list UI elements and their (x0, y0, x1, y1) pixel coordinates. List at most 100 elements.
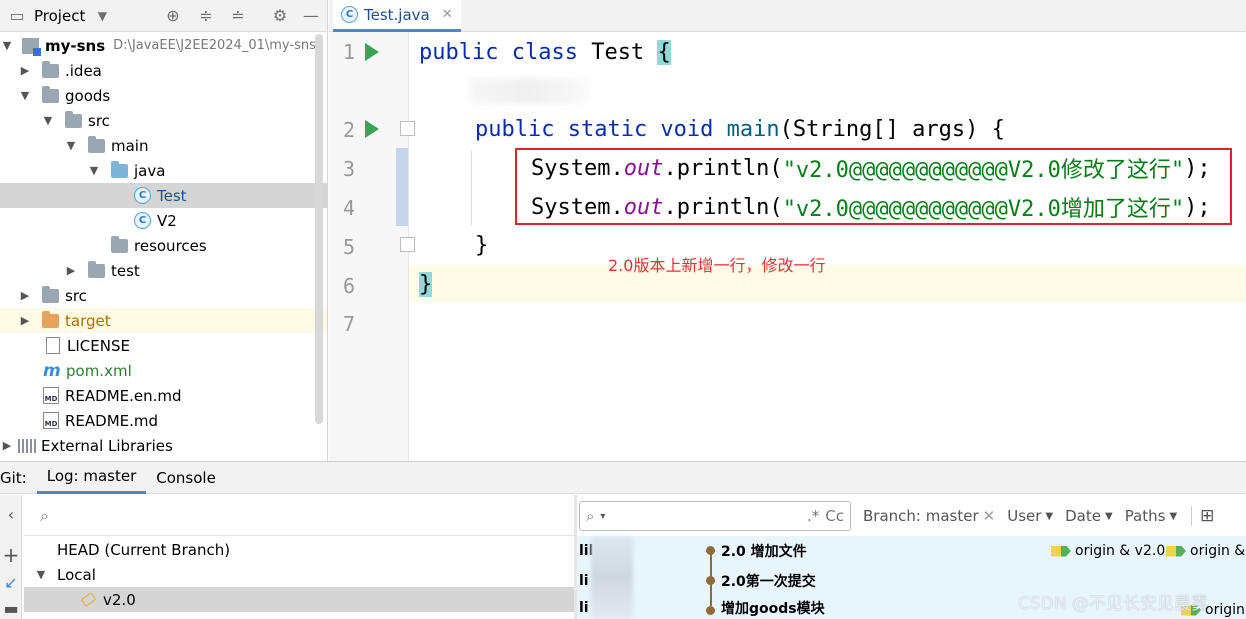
commit-node (706, 576, 715, 585)
tree-item-label: main (111, 136, 149, 155)
gear-icon[interactable]: ⚙ (269, 5, 291, 27)
clear-icon[interactable]: ✕ (983, 507, 996, 525)
match-case-toggle[interactable]: Cc (825, 507, 844, 525)
chevron-down-icon: ▼ (1045, 510, 1054, 522)
tree-item-label: pom.xml (66, 361, 132, 380)
run-icon[interactable] (365, 120, 379, 138)
redacted-area (469, 78, 589, 104)
tree-item-v2-class[interactable]: C V2 (0, 208, 327, 233)
log-search-input[interactable]: ⌕ ▾ .* Cc (579, 501, 851, 531)
chevron-down-icon[interactable]: ▼ (64, 139, 78, 152)
commit-graph-line (710, 596, 712, 606)
chevron-down-icon: ▼ (1169, 510, 1178, 522)
chevron-down-icon[interactable]: ▼ (34, 568, 48, 581)
library-icon (18, 438, 36, 453)
add-icon[interactable]: + (0, 543, 22, 567)
tree-item-test-class[interactable]: C Test (0, 183, 327, 208)
java-class-icon: C (341, 6, 358, 23)
chevron-down-icon[interactable]: ▼ (18, 89, 32, 102)
git-window-title: Git: (0, 468, 27, 487)
branch-head[interactable]: HEAD (Current Branch) (24, 537, 574, 562)
code-line-5: } (475, 227, 488, 263)
project-view-selector[interactable]: ▭ Project ▼ (6, 5, 113, 27)
ref-tag-icon (1166, 545, 1186, 557)
paths-filter[interactable]: Paths ▼ (1125, 507, 1177, 525)
branch-label: v2.0 (103, 590, 136, 609)
close-icon[interactable]: ✕ (442, 7, 453, 22)
ref-text: origin & (1190, 543, 1246, 559)
java-class-icon: C (134, 187, 151, 204)
markdown-file-icon: MD (43, 412, 59, 429)
branch-group-label: Local (57, 565, 96, 584)
project-scrollbar[interactable] (315, 34, 323, 424)
chevron-right-icon[interactable]: ▶ (0, 439, 14, 452)
module-icon (22, 37, 41, 56)
highlight-box (515, 148, 1232, 225)
watermark: CSDN @不见长安见晨雾 (1018, 594, 1208, 614)
tree-item-readme[interactable]: MD README.md (0, 408, 327, 433)
tree-item-target[interactable]: ▶ target (0, 308, 327, 333)
ref-text: origin (1205, 602, 1245, 618)
project-tool-window: ▭ Project ▼ ⊕ ≑ ≐ ⚙ — ▼ my-sns D:\JavaEE… (0, 0, 328, 461)
collapse-all-icon[interactable]: ≐ (227, 5, 249, 27)
fold-icon[interactable] (400, 237, 415, 252)
chevron-right-icon[interactable]: ▶ (18, 289, 32, 302)
tree-item-label: java (134, 161, 166, 180)
markdown-file-icon: MD (43, 387, 59, 404)
commit-node (706, 546, 715, 555)
date-filter[interactable]: Date ▼ (1065, 507, 1113, 525)
chevron-right-icon[interactable]: ▶ (18, 64, 32, 77)
user-filter[interactable]: User ▼ (1007, 507, 1053, 525)
code-line-2: public static void main (String[] args) { (475, 111, 1005, 147)
chevron-left-icon[interactable]: ‹ (0, 505, 22, 524)
chevron-down-icon[interactable]: ▼ (41, 114, 55, 127)
tree-item-test[interactable]: ▶ test (0, 258, 327, 283)
branch-filter[interactable]: Branch: master ✕ (863, 507, 995, 525)
tree-item-my-sns[interactable]: ▼ my-sns D:\JavaEE\J2EE2024_01\my-sns (0, 33, 327, 58)
code-editor[interactable]: C Test.java ✕ 1 2 3 4 5 6 7 public class… (329, 0, 1246, 461)
vcs-change-marker[interactable] (396, 148, 408, 226)
tree-item-main[interactable]: ▼ main (0, 133, 327, 158)
run-icon[interactable] (365, 43, 379, 61)
chevron-down-icon[interactable]: ▼ (87, 164, 101, 177)
tree-item-resources[interactable]: resources (0, 233, 327, 258)
tag-icon (80, 592, 97, 607)
tab-console[interactable]: Console (146, 462, 226, 494)
ref-tag-icon (1051, 545, 1071, 557)
fold-icon[interactable] (400, 121, 415, 136)
chevron-right-icon[interactable]: ▶ (64, 264, 78, 277)
chevron-right-icon[interactable]: ▶ (18, 314, 32, 327)
commit-message: 2.0 增加文件 (721, 544, 807, 560)
filter-label: Branch: master (863, 507, 979, 525)
tree-item-goods[interactable]: ▼ goods (0, 83, 327, 108)
tree-item-idea[interactable]: ▶ .idea (0, 58, 327, 83)
project-header: ▭ Project ▼ ⊕ ≑ ≐ ⚙ — (0, 0, 327, 32)
tree-item-root-src[interactable]: ▶ src (0, 283, 327, 308)
tab-test-java[interactable]: C Test.java ✕ (333, 0, 461, 32)
checkout-arrow-icon[interactable]: ↙ (0, 573, 22, 592)
search-icon: ⌕ (40, 505, 49, 525)
tree-item-pom[interactable]: m pom.xml (0, 358, 327, 383)
tree-item-readme-en[interactable]: MD README.en.md (0, 383, 327, 408)
branch-item-v2-0[interactable]: v2.0 (24, 587, 574, 612)
git-side-toolbar: ‹ + ↙ ▬ (0, 495, 22, 619)
tree-item-src[interactable]: ▼ src (0, 108, 327, 133)
locate-icon[interactable]: ⊕ (162, 5, 184, 27)
tab-log-master[interactable]: Log: master (36, 462, 147, 494)
tree-item-external-libraries[interactable]: ▶ External Libraries (0, 433, 327, 458)
expand-all-icon[interactable]: ≑ (195, 5, 217, 27)
tree-item-license[interactable]: LICENSE (0, 333, 327, 358)
commit-author: li (579, 573, 589, 589)
filter-label: User (1007, 507, 1042, 525)
delete-icon[interactable]: ▬ (0, 599, 22, 618)
branch-group-local[interactable]: ▼ Local (24, 562, 574, 587)
chevron-down-icon[interactable]: ▼ (0, 39, 14, 52)
branch-search-input[interactable]: ⌕ (24, 496, 574, 536)
new-tab-icon[interactable]: ⊞ (1191, 506, 1214, 526)
minimize-icon[interactable]: — (300, 5, 322, 27)
tree-item-java[interactable]: ▼ java (0, 158, 327, 183)
source-folder-icon (111, 160, 128, 178)
regex-toggle[interactable]: .* (807, 507, 819, 525)
java-class-icon: C (134, 212, 151, 229)
commit-row[interactable]: lil 2.0 增加文件 origin & v2.0 origin & (577, 536, 1246, 566)
